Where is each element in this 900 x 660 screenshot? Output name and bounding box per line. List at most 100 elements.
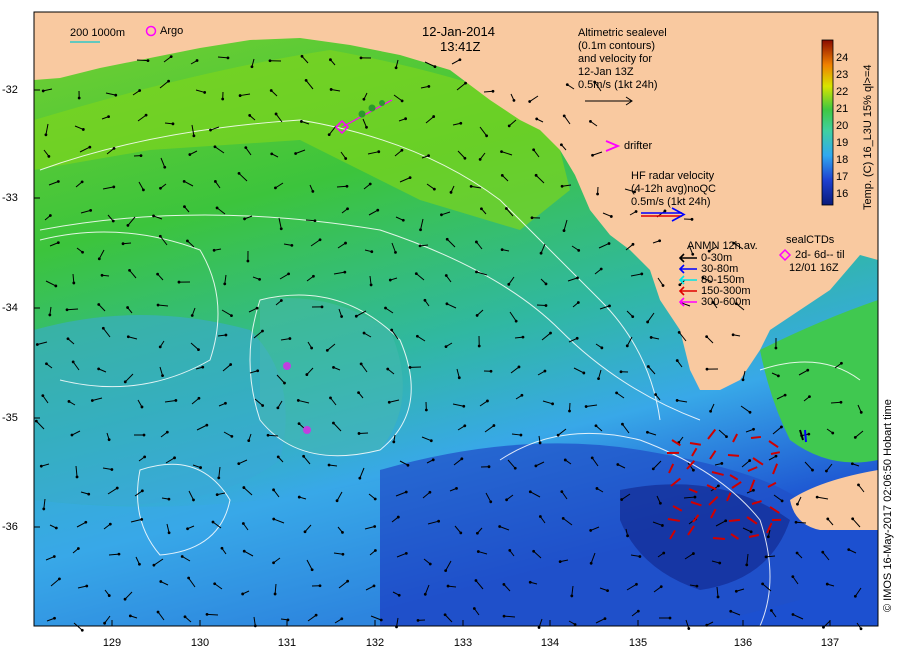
velocity-arrow-head <box>459 121 463 125</box>
velocity-arrow-head <box>344 241 347 245</box>
velocity-arrow-head <box>459 531 463 535</box>
velocity-arrow-head <box>475 240 478 244</box>
velocity-arrow-head <box>274 112 278 116</box>
velocity-arrow-head <box>45 362 48 366</box>
velocity-arrow-head <box>318 584 322 588</box>
y-tick: -33 <box>2 192 18 204</box>
velocity-arrow-head <box>397 593 401 597</box>
velocity-arrow-head <box>534 464 538 468</box>
velocity-arrow-head <box>659 585 663 589</box>
velocity-arrow-head <box>52 555 56 558</box>
velocity-arrow-head <box>528 580 532 584</box>
velocity-arrow-head <box>188 153 192 156</box>
velocity-arrow-head <box>329 88 333 91</box>
velocity-arrow-head <box>654 393 657 396</box>
velocity-arrow-head <box>344 157 348 160</box>
map-time: 13:41Z <box>440 39 481 54</box>
velocity-arrow-head <box>140 489 144 493</box>
velocity-arrow-head <box>538 515 542 518</box>
velocity-arrow-head <box>341 530 344 534</box>
velocity-arrow-head <box>205 423 209 427</box>
argo-float-b <box>303 426 311 434</box>
velocity-arrow-head <box>444 569 448 573</box>
velocity-arrow-head <box>212 248 216 252</box>
cool-eddy-west <box>34 315 286 505</box>
altimetric-line: 0.5m/s (1kt 24h) <box>578 79 658 91</box>
velocity-arrow-head <box>608 304 611 308</box>
velocity-arrow-head <box>47 154 51 158</box>
velocity-arrow-head <box>165 430 169 434</box>
velocity-arrow-head <box>416 618 420 622</box>
velocity-arrow-head <box>332 421 335 425</box>
velocity-arrow-head <box>563 458 567 462</box>
velocity-arrow-head <box>658 501 662 505</box>
colorbar-tick: 19 <box>836 137 849 149</box>
velocity-arrow-head <box>70 433 74 437</box>
velocity-arrow-head <box>535 117 539 121</box>
velocity-arrow-head <box>97 257 101 261</box>
velocity-arrow-head <box>606 589 609 593</box>
velocity-arrow-head <box>171 122 175 126</box>
velocity-arrow-head <box>288 337 292 340</box>
velocity-arrow-head <box>205 612 209 616</box>
velocity-arrow-head <box>187 576 191 580</box>
velocity-arrow-head <box>241 592 245 596</box>
velocity-arrow-head <box>725 435 728 439</box>
velocity-arrow-head <box>428 562 432 566</box>
velocity-arrow-head <box>638 555 642 558</box>
hf-radar-arrow <box>750 435 762 439</box>
velocity-arrow-head <box>394 66 398 70</box>
velocity-arrow-head <box>576 276 579 280</box>
sst-map <box>33 11 879 632</box>
velocity-arrow-head <box>764 555 768 559</box>
velocity-arrow-head <box>507 282 511 286</box>
velocity-arrow-head <box>532 148 536 152</box>
velocity-arrow-head <box>776 374 780 378</box>
velocity-arrow-head <box>500 248 504 252</box>
velocity-arrow-head <box>534 173 538 177</box>
velocity-arrow-head <box>428 490 432 494</box>
velocity-arrow-head <box>358 476 362 480</box>
velocity-arrow-head <box>589 561 593 565</box>
velocity-arrow-head <box>600 346 604 350</box>
velocity-arrow-head <box>357 432 361 435</box>
velocity-arrow-head <box>303 530 307 534</box>
velocity-arrow-head <box>302 454 306 458</box>
velocity-arrow-head <box>100 273 104 277</box>
velocity-arrow-head <box>691 252 695 256</box>
velocity-arrow-head <box>376 208 380 212</box>
velocity-arrow-head <box>126 224 130 227</box>
velocity-arrow-head <box>300 54 304 58</box>
velocity-arrow-head <box>272 488 275 492</box>
velocity-arrow-head <box>310 568 314 572</box>
velocity-arrow-head <box>400 148 404 152</box>
velocity-arrow-head <box>475 531 479 535</box>
velocity-arrow-head <box>795 551 799 555</box>
velocity-arrow-head <box>159 580 163 583</box>
velocity-arrow-head <box>662 551 666 555</box>
velocity-arrow-head <box>847 548 851 552</box>
altimetric-line: (0.1m contours) <box>578 40 656 52</box>
velocity-arrow-head <box>807 432 811 436</box>
velocity-arrow-head <box>261 329 264 333</box>
velocity-arrow-head <box>152 563 156 567</box>
velocity-arrow-head <box>223 282 227 286</box>
velocity-arrow-head <box>433 65 437 69</box>
velocity-arrow-head <box>126 306 129 309</box>
velocity-arrow-head <box>297 495 301 499</box>
velocity-arrow-head <box>173 456 176 460</box>
velocity-arrow-head <box>615 391 618 395</box>
velocity-arrow-head <box>242 486 246 489</box>
velocity-arrow-head <box>458 58 462 62</box>
velocity-arrow-head <box>325 348 329 352</box>
velocity-arrow-head <box>831 431 835 435</box>
velocity-arrow-head <box>720 462 724 465</box>
velocity-arrow-head <box>404 490 408 494</box>
velocity-arrow-head <box>128 268 131 272</box>
velocity-arrow-head <box>769 609 773 612</box>
velocity-arrow-head <box>477 344 481 348</box>
velocity-arrow-head <box>126 335 130 339</box>
velocity-arrow-head <box>431 458 435 462</box>
velocity-arrow-head <box>290 244 294 247</box>
velocity-arrow-head <box>815 495 819 499</box>
